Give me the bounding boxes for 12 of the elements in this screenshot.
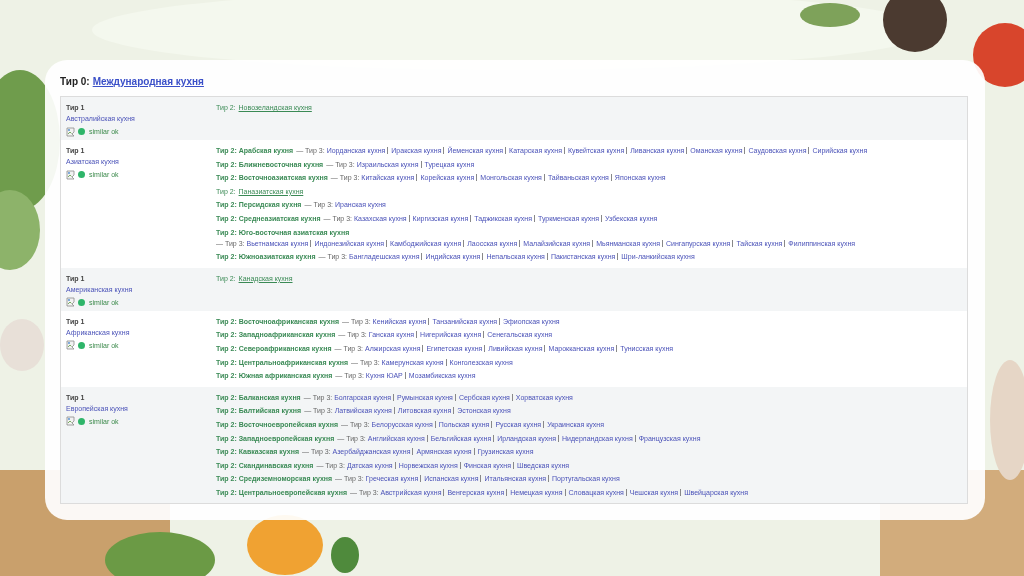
status-dot-icon — [78, 128, 85, 135]
broken-image-icon — [66, 169, 76, 180]
status-dot-icon — [78, 171, 85, 178]
status-dot-icon — [78, 417, 85, 425]
broken-image-icon — [66, 126, 76, 137]
tier-label: Тир 0: — [60, 75, 90, 89]
category-link[interactable]: Международная кухня — [92, 75, 204, 89]
broken-image-icon — [66, 297, 76, 308]
broken-image-icon — [66, 416, 76, 427]
status-dot-icon — [78, 341, 85, 349]
broken-image-icon — [66, 340, 76, 351]
status-dot-icon — [78, 298, 85, 306]
